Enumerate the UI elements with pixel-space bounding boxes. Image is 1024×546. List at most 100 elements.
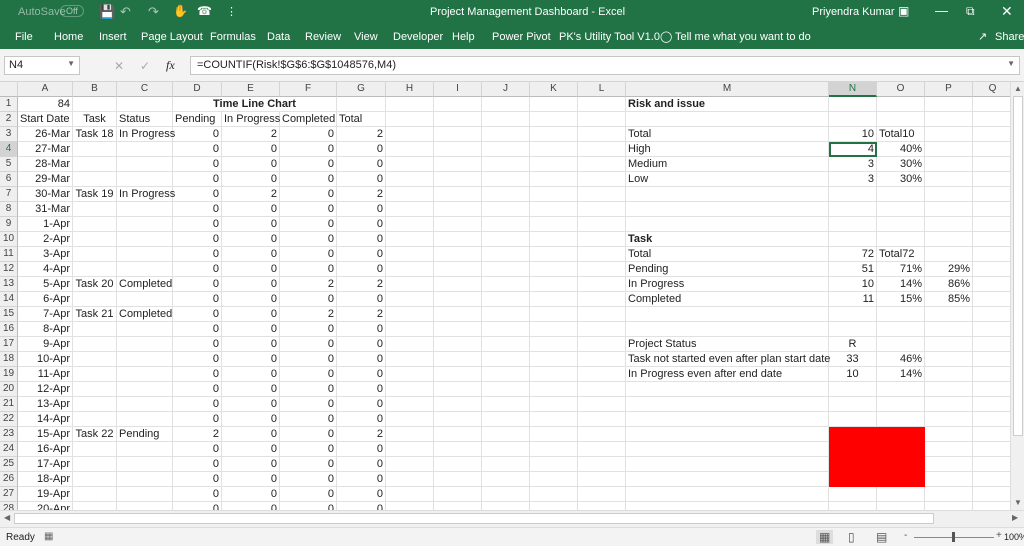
cell-D16[interactable]: 0 [173,322,222,337]
cell-D14[interactable]: 0 [173,292,222,307]
cell-J5[interactable] [482,157,530,172]
cell-L12[interactable] [578,262,626,277]
cell-K1[interactable] [530,97,578,112]
cell-D10[interactable]: 0 [173,232,222,247]
cell-L3[interactable] [578,127,626,142]
cell-P3[interactable] [925,127,973,142]
cell-B11[interactable] [73,247,117,262]
cell-B4[interactable] [73,142,117,157]
cell-I7[interactable] [434,187,482,202]
cell-K4[interactable] [530,142,578,157]
cell-I28[interactable] [434,502,482,510]
cell-O15[interactable] [877,307,925,322]
cell-O12[interactable]: 71% [877,262,925,277]
cell-B12[interactable] [73,262,117,277]
cell-D26[interactable]: 0 [173,472,222,487]
cell-Q3[interactable] [973,127,1010,142]
cell-H6[interactable] [386,172,434,187]
cell-A23[interactable]: 15-Apr [18,427,73,442]
cell-K16[interactable] [530,322,578,337]
cell-L19[interactable] [578,367,626,382]
cell-L7[interactable] [578,187,626,202]
cell-E7[interactable]: 2 [222,187,280,202]
cell-F16[interactable]: 0 [280,322,337,337]
cell-Q18[interactable] [973,352,1010,367]
cell-J17[interactable] [482,337,530,352]
row-header-14[interactable]: 14 [0,292,18,307]
cell-C18[interactable] [117,352,173,367]
cell-M27[interactable] [626,487,829,502]
cell-E19[interactable]: 0 [222,367,280,382]
vertical-scrollbar[interactable]: ▲ ▼ [1010,82,1024,510]
cell-M22[interactable] [626,412,829,427]
cell-M20[interactable] [626,382,829,397]
cell-K2[interactable] [530,112,578,127]
customize-toolbar-icon[interactable]: ⋮ [226,5,237,18]
cell-Q9[interactable] [973,217,1010,232]
cell-L18[interactable] [578,352,626,367]
touch-mode-icon[interactable]: ✋ [173,4,188,18]
cell-E28[interactable]: 0 [222,502,280,510]
cell-O9[interactable] [877,217,925,232]
column-header-F[interactable]: F [280,82,337,97]
cell-D19[interactable]: 0 [173,367,222,382]
cell-L27[interactable] [578,487,626,502]
cell-D6[interactable]: 0 [173,172,222,187]
cell-I12[interactable] [434,262,482,277]
cell-G13[interactable]: 2 [337,277,386,292]
cell-O22[interactable] [877,412,925,427]
cell-L6[interactable] [578,172,626,187]
cell-K21[interactable] [530,397,578,412]
cell-D17[interactable]: 0 [173,337,222,352]
cell-L21[interactable] [578,397,626,412]
cell-J7[interactable] [482,187,530,202]
cell-M26[interactable] [626,472,829,487]
row-header-18[interactable]: 18 [0,352,18,367]
cell-B20[interactable] [73,382,117,397]
cell-H15[interactable] [386,307,434,322]
cell-P13[interactable]: 86% [925,277,973,292]
cell-E18[interactable]: 0 [222,352,280,367]
cell-K20[interactable] [530,382,578,397]
cell-O20[interactable] [877,382,925,397]
cell-J19[interactable] [482,367,530,382]
cell-L9[interactable] [578,217,626,232]
cell-C12[interactable] [117,262,173,277]
cell-O11[interactable]: Total72 [877,247,925,262]
cell-L28[interactable] [578,502,626,510]
scroll-down-icon[interactable]: ▼ [1014,498,1022,507]
page-layout-view-icon[interactable]: ▯ [848,530,855,544]
zoom-in-icon[interactable]: + [996,530,1002,541]
cell-Q28[interactable] [973,502,1010,510]
cell-G21[interactable]: 0 [337,397,386,412]
cell-H25[interactable] [386,457,434,472]
cell-O14[interactable]: 15% [877,292,925,307]
cell-I5[interactable] [434,157,482,172]
cell-C20[interactable] [117,382,173,397]
enter-icon[interactable]: ✓ [140,59,150,73]
cell-N20[interactable] [829,382,877,397]
cell-G27[interactable]: 0 [337,487,386,502]
cell-D28[interactable]: 0 [173,502,222,510]
cell-A26[interactable]: 18-Apr [18,472,73,487]
cell-G19[interactable]: 0 [337,367,386,382]
cell-F18[interactable]: 0 [280,352,337,367]
cell-L2[interactable] [578,112,626,127]
cell-Q17[interactable] [973,337,1010,352]
cell-C17[interactable] [117,337,173,352]
cell-I19[interactable] [434,367,482,382]
cell-M2[interactable] [626,112,829,127]
cell-G3[interactable]: 2 [337,127,386,142]
cell-N2[interactable] [829,112,877,127]
cell-Q20[interactable] [973,382,1010,397]
cell-P14[interactable]: 85% [925,292,973,307]
cell-J16[interactable] [482,322,530,337]
cell-O8[interactable] [877,202,925,217]
cell-C24[interactable] [117,442,173,457]
cell-E13[interactable]: 0 [222,277,280,292]
cell-H13[interactable] [386,277,434,292]
cell-D15[interactable]: 0 [173,307,222,322]
cell-A9[interactable]: 1-Apr [18,217,73,232]
cell-O2[interactable] [877,112,925,127]
cell-L22[interactable] [578,412,626,427]
